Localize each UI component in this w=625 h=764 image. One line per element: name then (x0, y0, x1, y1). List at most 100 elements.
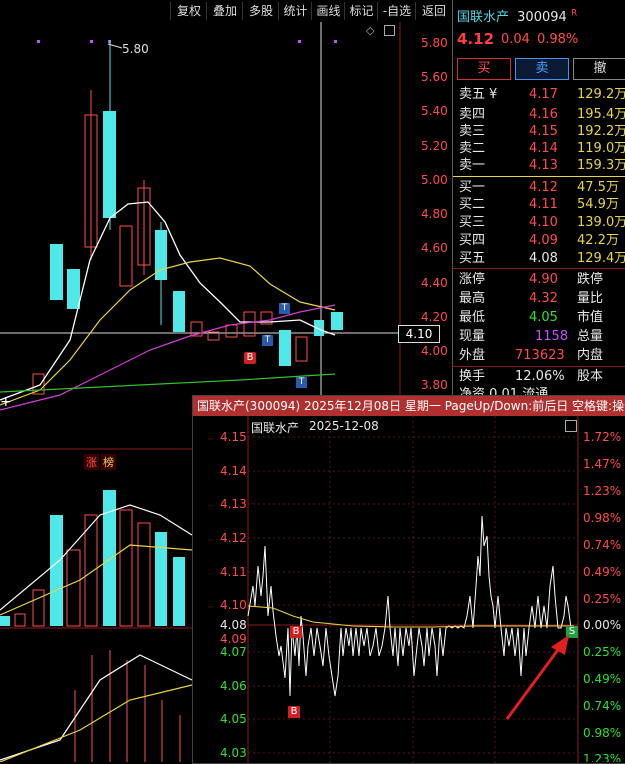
stat-row: 最低 4.05 市值 (459, 308, 625, 328)
price-tick: 5.60 (421, 70, 448, 84)
bid-price: 4.08 (529, 251, 558, 266)
toolbar-back[interactable]: 返回 (415, 2, 452, 20)
pct-tick: 0.25% (583, 645, 622, 659)
price-tick: 4.03 (220, 746, 247, 760)
kline-high-label: 5.80 (122, 42, 149, 56)
panel-toggle-icon[interactable] (384, 25, 395, 36)
tag-limit-up[interactable]: 涨 (84, 454, 99, 470)
stat-label: 最低 (459, 310, 486, 325)
pct-tick: 0.00% (583, 618, 622, 632)
price-axis: 5.80 5.60 5.40 5.20 5.00 4.80 4.60 4.40 … (398, 0, 452, 395)
bid-row[interactable]: 买二 4.11 54.9万 (459, 195, 625, 215)
bid-volume: 54.9万 (577, 197, 619, 212)
stat-label: 量比 (577, 291, 604, 306)
crosshair-icon: + (0, 394, 12, 410)
price-tick: 4.15 (220, 430, 247, 444)
ask-price: 4.17 (529, 87, 558, 102)
diamond-icon[interactable]: ◇ (366, 24, 374, 37)
bid-volume: 139.0万 (577, 215, 625, 230)
tag-ranking[interactable]: 榜 (101, 454, 116, 470)
buy-marker: B (288, 706, 300, 718)
bid-label: 买二 (459, 197, 486, 212)
price-tick: 5.20 (421, 139, 448, 153)
popup-title[interactable]: 国联水产(300094) 2025年12月08日 星期一 PageUp/Down… (193, 396, 625, 416)
price-change: 0.04 (501, 32, 530, 47)
quote-header: 国联水产 300094 R (457, 6, 577, 25)
price-tick: 4.06 (220, 679, 247, 693)
pct-tick: 1.47% (583, 457, 622, 471)
toolbar-restore-rights[interactable]: 复权 (170, 2, 207, 20)
stat-label: 最高 (459, 291, 486, 306)
buy-marker: B (290, 626, 302, 638)
quote-panel: 国联水产 300094 R 4.12 0.04 0.98% 买 卖 撤 卖五 ¥… (452, 0, 625, 395)
toolbar-draw-line[interactable]: 画线 (311, 2, 345, 20)
stat-label: 外盘 (459, 348, 486, 363)
cut-row-text: 净资 0.01 流通 (459, 387, 549, 395)
stat-label: 内盘 (577, 348, 604, 363)
bid-row[interactable]: 买五 4.08 129.4万 (459, 249, 625, 269)
toolbar-multi-stock[interactable]: 多股 (242, 2, 279, 20)
bid-volume: 42.2万 (577, 233, 619, 248)
margin-flag: R (570, 8, 578, 19)
sell-button[interactable]: 卖 (515, 58, 569, 80)
intraday-popup[interactable]: 国联水产(300094) 2025年12月08日 星期一 PageUp/Down… (192, 395, 625, 764)
cut-row: 净资 0.01 流通 (459, 385, 625, 395)
price-tick: 4.12 (220, 531, 247, 545)
buy-button[interactable]: 买 (457, 58, 511, 80)
section-divider (453, 268, 625, 269)
bid-volume: 129.4万 (577, 251, 625, 266)
stat-label: 涨停 (459, 272, 486, 287)
price-tick: 4.07 (220, 645, 247, 659)
toolbar-statistics[interactable]: 统计 (278, 2, 312, 20)
toolbar-remove-watchlist[interactable]: -自选 (377, 2, 416, 20)
price-tick: 4.08 (220, 618, 247, 632)
pct-tick: 0.49% (583, 565, 622, 579)
bid-label: 买五 (459, 251, 486, 266)
stat-value: 1158 (535, 329, 569, 344)
bid-price: 4.09 (529, 233, 558, 248)
pct-tick: 0.98% (583, 511, 622, 525)
turnover-value: 12.06% (515, 369, 565, 384)
pct-tick: 0.49% (583, 672, 622, 686)
cancel-order-button[interactable]: 撤 (573, 58, 625, 80)
price-tick: 4.10 (220, 598, 247, 612)
bid-price: 4.11 (529, 197, 558, 212)
price-tick: 4.09 (220, 632, 247, 646)
price-tick: 4.80 (421, 207, 448, 221)
bid-label: 买四 (459, 233, 486, 248)
kline-marker-t: T (262, 335, 273, 346)
pct-tick: 0.74% (583, 699, 622, 713)
kline-marker-t: T (296, 377, 307, 388)
price-tick: 4.00 (421, 344, 448, 358)
red-arrow-icon (505, 635, 569, 720)
toolbar: 复权 叠加 多股 统计 画线 标记 -自选 返回 (0, 0, 452, 22)
stat-value: 4.05 (529, 310, 558, 325)
stat-label: 总量 (577, 329, 604, 344)
order-book-divider (453, 176, 625, 177)
toolbar-mark[interactable]: 标记 (344, 2, 378, 20)
current-price: 4.12 (457, 30, 495, 48)
ask-row[interactable]: 卖一 4.13 159.3万 (459, 156, 625, 176)
price-tick: 4.05 (220, 712, 247, 726)
kline-marker-b: B (244, 352, 256, 364)
crosshair-price-label: 4.10 (398, 325, 440, 343)
price-tick: 4.11 (220, 565, 247, 579)
bid-label: 买三 (459, 215, 486, 230)
bid-row[interactable]: 买三 4.10 139.0万 (459, 213, 625, 233)
high-pointer-icon (107, 43, 123, 49)
pct-tick: 0.74% (583, 538, 622, 552)
stat-row: 现量 1158 总量 (459, 327, 625, 347)
price-tick: 4.13 (220, 497, 247, 511)
stat-value: 4.90 (529, 272, 558, 287)
ask-row[interactable]: 卖五 ¥ 4.17 129.2万 (459, 85, 625, 105)
share-capital-label: 股本 (577, 369, 604, 384)
stat-label: 跌停 (577, 272, 604, 287)
stock-code: 300094 (517, 10, 567, 25)
stat-value: 4.32 (529, 291, 558, 306)
stat-row: 最高 4.32 量比 (459, 289, 625, 309)
stock-name[interactable]: 国联水产 (457, 10, 509, 25)
bid-price: 4.10 (529, 215, 558, 230)
toolbar-overlay[interactable]: 叠加 (206, 2, 243, 20)
bid-row[interactable]: 买四 4.09 42.2万 (459, 231, 625, 251)
price-tick: 3.80 (421, 378, 448, 392)
